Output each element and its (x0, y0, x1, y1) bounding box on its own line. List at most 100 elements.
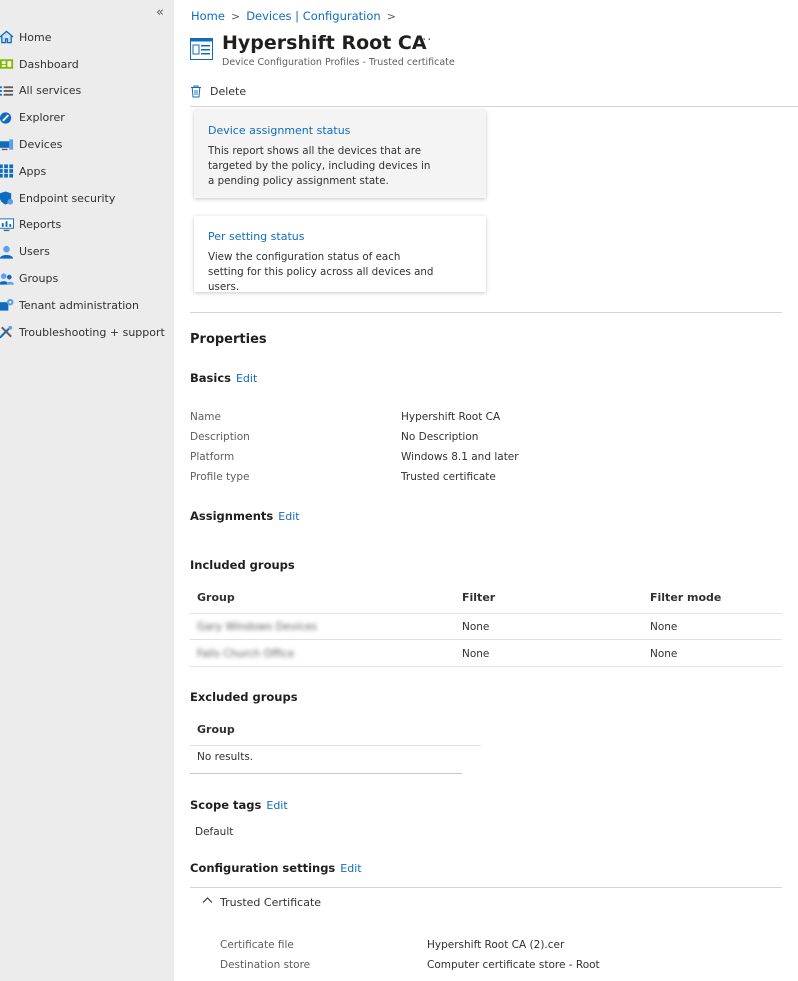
table-row-group-name: Gary Windows Devices (197, 621, 318, 633)
dashboard-icon (0, 57, 14, 71)
basics-edit-link[interactable]: Edit (236, 372, 257, 385)
sidebar-item-all-services[interactable]: All services (0, 78, 174, 105)
reports-icon (0, 218, 14, 232)
table-row-group-name: Falls Church Office (197, 648, 295, 660)
assignments-heading-text: Assignments (190, 509, 274, 523)
breadcrumb: Home > Devices | Configuration > (191, 9, 396, 23)
included-groups-heading-text: Included groups (190, 558, 295, 572)
scope-tags-edit-link[interactable]: Edit (266, 799, 287, 812)
sidebar-item-explorer[interactable]: Explorer (0, 104, 174, 131)
delete-button[interactable]: Delete (190, 85, 246, 98)
platform-label: Platform (190, 451, 235, 463)
scope-tags-heading-text: Scope tags (190, 798, 262, 812)
page-subtitle: Device Configuration Profiles - Trusted … (222, 57, 455, 68)
table-divider (190, 773, 462, 774)
sidebar-item-devices[interactable]: Devices (0, 131, 174, 158)
breadcrumb-devices-configuration-link[interactable]: Devices | Configuration (246, 9, 381, 23)
breadcrumb-home-link[interactable]: Home (191, 9, 225, 23)
table-divider (190, 745, 481, 746)
sidebar-item-tenant-administration[interactable]: Tenant administration (0, 292, 174, 319)
more-options-button[interactable]: ··· (417, 33, 432, 48)
excluded-groups-heading-text: Excluded groups (190, 690, 298, 704)
table-divider (190, 639, 782, 640)
certificate-file-label: Certificate file (220, 939, 294, 951)
sidebar-item-reports[interactable]: Reports (0, 212, 174, 239)
assignments-edit-link[interactable]: Edit (278, 510, 299, 523)
table-row-filter-mode: None (650, 621, 678, 633)
configuration-settings-heading-text: Configuration settings (190, 861, 336, 875)
sidebar-item-home[interactable]: Home (0, 24, 174, 51)
sidebar-item-groups[interactable]: Groups (0, 265, 174, 292)
card-description: This report shows all the devices that a… (208, 145, 431, 187)
sidebar-item-label: Devices (19, 138, 63, 152)
card-description: View the configuration status of each se… (208, 251, 434, 293)
basics-heading: Basics Edit (190, 371, 257, 385)
table-row-filter-mode: None (650, 648, 678, 660)
main-content: Home > Devices | Configuration > Hypersh… (174, 0, 798, 981)
sidebar-item-label: Troubleshooting + support (19, 325, 165, 339)
included-column-filter: Filter (462, 591, 496, 604)
sidebar-item-users[interactable]: Users (0, 238, 174, 265)
excluded-column-group: Group (197, 723, 235, 736)
platform-value: Windows 8.1 and later (401, 451, 519, 463)
assignments-heading: Assignments Edit (190, 509, 300, 523)
excluded-empty-message: No results. (197, 751, 254, 763)
card-title[interactable]: Device assignment status (208, 124, 472, 137)
per-setting-status-card[interactable]: Per setting status View the configuratio… (194, 216, 486, 293)
destination-store-label: Destination store (220, 959, 311, 971)
sidebar-item-label: Dashboard (19, 57, 79, 71)
page-title: Hypershift Root CA (222, 32, 427, 54)
sidebar-item-endpoint-security[interactable]: Endpoint security (0, 185, 174, 212)
collapse-sidebar-button[interactable]: « (156, 5, 164, 20)
sidebar-item-label: Explorer (19, 111, 65, 125)
user-icon (0, 245, 14, 259)
table-divider (190, 613, 782, 614)
sidebar-item-label: Home (19, 30, 52, 44)
sidebar-item-label: Users (19, 245, 50, 259)
description-label: Description (190, 431, 250, 443)
configuration-settings-edit-link[interactable]: Edit (340, 862, 361, 875)
scope-tag-value: Default (195, 826, 234, 838)
destination-store-value: Computer certificate store - Root (427, 959, 600, 971)
included-column-group: Group (197, 591, 235, 604)
sidebar-item-dashboard[interactable]: Dashboard (0, 51, 174, 78)
table-row-filter: None (462, 621, 490, 633)
tenant-admin-icon (0, 298, 14, 312)
profile-type-value: Trusted certificate (401, 471, 496, 483)
explorer-icon (0, 111, 14, 125)
sidebar-nav: Home Dashboard All services Explorer Dev… (0, 24, 174, 346)
tools-icon (0, 325, 14, 339)
description-value: No Description (401, 431, 479, 443)
included-groups-heading: Included groups (190, 558, 295, 572)
sidebar-item-label: Tenant administration (19, 298, 140, 312)
sidebar-item-label: Endpoint security (19, 191, 116, 205)
sidebar-item-label: All services (19, 84, 82, 98)
sidebar-item-label: Groups (19, 272, 59, 286)
basics-heading-text: Basics (190, 371, 231, 385)
configuration-profile-icon (190, 38, 213, 60)
sidebar: « Home Dashboard All services Explorer D… (0, 0, 174, 981)
trusted-certificate-group-toggle[interactable]: Trusted Certificate (220, 896, 321, 909)
sidebar-item-apps[interactable]: Apps (0, 158, 174, 185)
included-column-filter-mode: Filter mode (650, 591, 722, 604)
sidebar-item-label: Reports (19, 218, 62, 232)
apps-grid-icon (0, 164, 14, 178)
configuration-settings-heading: Configuration settings Edit (190, 861, 362, 875)
chevron-up-icon[interactable] (202, 895, 213, 905)
properties-heading: Properties (190, 332, 267, 347)
breadcrumb-separator: > (230, 9, 241, 23)
sidebar-item-label: Apps (19, 164, 47, 178)
sidebar-item-troubleshooting[interactable]: Troubleshooting + support (0, 319, 174, 346)
shield-icon (0, 191, 14, 205)
table-divider (190, 666, 782, 667)
profile-type-label: Profile type (190, 471, 250, 483)
delete-label: Delete (210, 84, 247, 98)
excluded-groups-heading: Excluded groups (190, 690, 298, 704)
groups-icon (0, 272, 14, 286)
home-icon (0, 30, 14, 44)
section-divider (190, 887, 782, 888)
device-assignment-status-card[interactable]: Device assignment status This report sho… (194, 110, 486, 198)
card-title[interactable]: Per setting status (208, 230, 472, 243)
trash-icon (191, 85, 201, 97)
table-row-filter: None (462, 648, 490, 660)
